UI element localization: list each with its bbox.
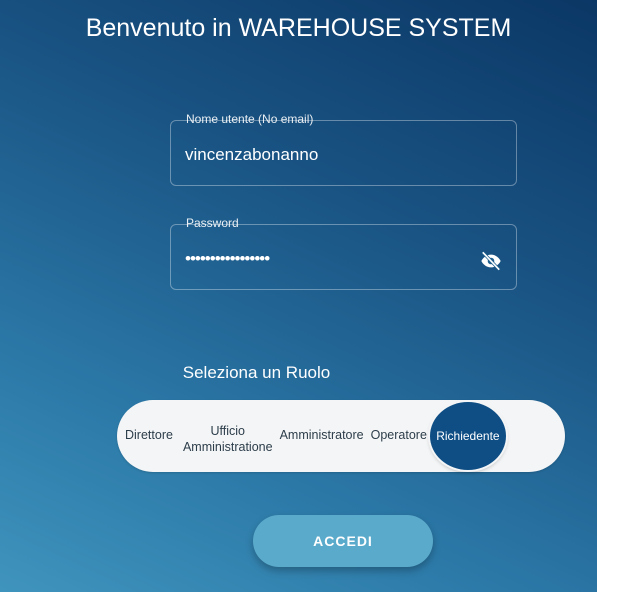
role-option-ufficio-amministratione[interactable]: Ufficio Amministratione bbox=[183, 424, 273, 455]
role-label-line2: Amministratione bbox=[182, 440, 273, 454]
role-heading: Seleziona un Ruolo bbox=[182, 363, 331, 382]
role-label: Ufficio bbox=[210, 424, 245, 439]
role-option-direttore[interactable]: Direttore bbox=[125, 428, 173, 444]
username-value[interactable]: vincenzabonanno bbox=[185, 145, 318, 165]
login-panel: Benvenuto in WAREHOUSE SYSTEM Nome utent… bbox=[0, 0, 597, 592]
role-label: Richiedente bbox=[436, 428, 500, 443]
role-selector: Direttore Ufficio Amministratione Ammini… bbox=[117, 400, 565, 472]
page-title: Benvenuto in WAREHOUSE SYSTEM bbox=[85, 14, 512, 42]
username-field[interactable]: Nome utente (No email) vincenzabonanno bbox=[170, 112, 517, 186]
username-label: Nome utente (No email) bbox=[186, 112, 314, 126]
password-value[interactable]: ••••••••••••••••• bbox=[185, 249, 270, 269]
eye-off-icon[interactable] bbox=[480, 250, 502, 272]
role-label: Amministratore bbox=[279, 428, 364, 443]
password-field[interactable]: Password ••••••••••••••••• bbox=[170, 216, 517, 290]
login-button[interactable]: ACCEDI bbox=[253, 515, 433, 567]
role-label: Operatore bbox=[370, 428, 427, 443]
role-option-amministratore[interactable]: Amministratore bbox=[280, 428, 364, 444]
password-label: Password bbox=[186, 216, 239, 230]
role-option-richiedente[interactable]: Richiedente bbox=[429, 402, 506, 470]
role-label: Direttore bbox=[125, 428, 173, 443]
role-option-operatore[interactable]: Operatore bbox=[371, 428, 427, 444]
